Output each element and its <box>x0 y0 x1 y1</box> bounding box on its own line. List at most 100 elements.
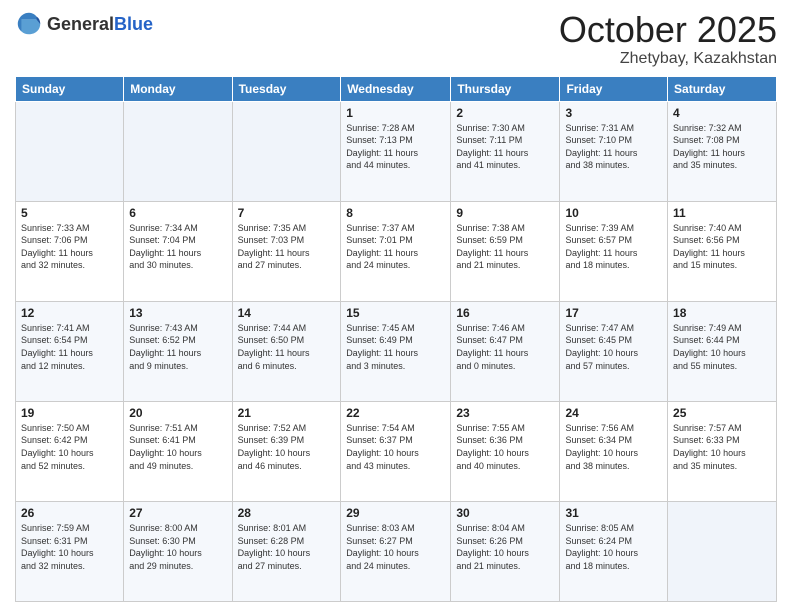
day-info: Sunrise: 7:34 AM Sunset: 7:04 PM Dayligh… <box>129 222 226 272</box>
day-cell-5-1: 26Sunrise: 7:59 AM Sunset: 6:31 PM Dayli… <box>16 501 124 601</box>
day-cell-2-2: 6 Sunrise: 7:34 AM Sunset: 7:04 PM Daylig… <box>124 201 232 301</box>
day-number: 21 <box>238 406 336 420</box>
day-cell-1-6: 3 Sunrise: 7:31 AM Sunset: 7:10 PM Daylig… <box>560 101 668 201</box>
day-info: Sunrise: 7:57 AM Sunset: 6:33 PM Dayligh… <box>673 422 771 472</box>
location-title: Zhetybay, Kazakhstan <box>559 50 777 68</box>
day-cell-1-2 <box>124 101 232 201</box>
day-info: Sunrise: 7:49 AM Sunset: 6:44 PM Dayligh… <box>673 322 771 372</box>
day-number: 31 <box>565 506 662 520</box>
day-number: 16 <box>456 306 554 320</box>
title-block: October 2025 Zhetybay, Kazakhstan <box>559 10 777 68</box>
day-info: Sunrise: 7:31 AM Sunset: 7:10 PM Dayligh… <box>565 122 662 172</box>
col-monday: Monday <box>124 76 232 101</box>
day-cell-5-7 <box>668 501 777 601</box>
day-info: Sunrise: 7:32 AM Sunset: 7:08 PM Dayligh… <box>673 122 771 172</box>
day-cell-5-6: 31 Sunrise: 8:05 AM Sunset: 6:24 PM Dayli… <box>560 501 668 601</box>
day-cell-5-5: 30 Sunrise: 8:04 AM Sunset: 6:26 PM Dayli… <box>451 501 560 601</box>
day-number: 14 <box>238 306 336 320</box>
week-row-5: 26Sunrise: 7:59 AM Sunset: 6:31 PM Dayli… <box>16 501 777 601</box>
day-number: 26 <box>21 506 118 520</box>
logo-text: GeneralBlue <box>47 14 153 35</box>
day-number: 11 <box>673 206 771 220</box>
day-info: Sunrise: 7:38 AM Sunset: 6:59 PM Dayligh… <box>456 222 554 272</box>
col-thursday: Thursday <box>451 76 560 101</box>
day-cell-5-4: 29 Sunrise: 8:03 AM Sunset: 6:27 PM Dayli… <box>341 501 451 601</box>
day-cell-2-4: 8 Sunrise: 7:37 AM Sunset: 7:01 PM Daylig… <box>341 201 451 301</box>
week-row-2: 5Sunrise: 7:33 AM Sunset: 7:06 PM Daylig… <box>16 201 777 301</box>
day-number: 15 <box>346 306 445 320</box>
day-info: Sunrise: 7:30 AM Sunset: 7:11 PM Dayligh… <box>456 122 554 172</box>
day-cell-2-5: 9 Sunrise: 7:38 AM Sunset: 6:59 PM Daylig… <box>451 201 560 301</box>
logo: GeneralBlue <box>15 10 153 38</box>
day-info: Sunrise: 7:56 AM Sunset: 6:34 PM Dayligh… <box>565 422 662 472</box>
day-cell-4-5: 23 Sunrise: 7:55 AM Sunset: 6:36 PM Dayli… <box>451 401 560 501</box>
day-cell-1-4: 1 Sunrise: 7:28 AM Sunset: 7:13 PM Daylig… <box>341 101 451 201</box>
header: GeneralBlue October 2025 Zhetybay, Kazak… <box>15 10 777 68</box>
day-number: 3 <box>565 106 662 120</box>
month-title: October 2025 <box>559 10 777 50</box>
day-number: 29 <box>346 506 445 520</box>
day-info: Sunrise: 7:41 AM Sunset: 6:54 PM Dayligh… <box>21 322 118 372</box>
day-cell-1-1 <box>16 101 124 201</box>
day-cell-4-4: 22Sunrise: 7:54 AM Sunset: 6:37 PM Dayli… <box>341 401 451 501</box>
day-cell-3-2: 13 Sunrise: 7:43 AM Sunset: 6:52 PM Dayli… <box>124 301 232 401</box>
day-cell-2-1: 5Sunrise: 7:33 AM Sunset: 7:06 PM Daylig… <box>16 201 124 301</box>
week-row-1: 1 Sunrise: 7:28 AM Sunset: 7:13 PM Daylig… <box>16 101 777 201</box>
day-info: Sunrise: 8:04 AM Sunset: 6:26 PM Dayligh… <box>456 522 554 572</box>
day-cell-4-7: 25 Sunrise: 7:57 AM Sunset: 6:33 PM Dayli… <box>668 401 777 501</box>
day-info: Sunrise: 7:47 AM Sunset: 6:45 PM Dayligh… <box>565 322 662 372</box>
day-number: 4 <box>673 106 771 120</box>
day-number: 13 <box>129 306 226 320</box>
day-number: 2 <box>456 106 554 120</box>
day-cell-4-3: 21 Sunrise: 7:52 AM Sunset: 6:39 PM Dayli… <box>232 401 341 501</box>
day-cell-1-5: 2 Sunrise: 7:30 AM Sunset: 7:11 PM Daylig… <box>451 101 560 201</box>
day-info: Sunrise: 8:01 AM Sunset: 6:28 PM Dayligh… <box>238 522 336 572</box>
day-info: Sunrise: 7:46 AM Sunset: 6:47 PM Dayligh… <box>456 322 554 372</box>
col-sunday: Sunday <box>16 76 124 101</box>
day-number: 22 <box>346 406 445 420</box>
day-number: 5 <box>21 206 118 220</box>
day-number: 30 <box>456 506 554 520</box>
day-cell-2-6: 10 Sunrise: 7:39 AM Sunset: 6:57 PM Dayli… <box>560 201 668 301</box>
day-number: 9 <box>456 206 554 220</box>
day-number: 10 <box>565 206 662 220</box>
day-number: 23 <box>456 406 554 420</box>
day-number: 24 <box>565 406 662 420</box>
col-friday: Friday <box>560 76 668 101</box>
day-info: Sunrise: 7:55 AM Sunset: 6:36 PM Dayligh… <box>456 422 554 472</box>
day-cell-3-1: 12 Sunrise: 7:41 AM Sunset: 6:54 PM Dayli… <box>16 301 124 401</box>
day-info: Sunrise: 8:05 AM Sunset: 6:24 PM Dayligh… <box>565 522 662 572</box>
day-cell-3-6: 17 Sunrise: 7:47 AM Sunset: 6:45 PM Dayli… <box>560 301 668 401</box>
day-number: 8 <box>346 206 445 220</box>
day-number: 20 <box>129 406 226 420</box>
col-saturday: Saturday <box>668 76 777 101</box>
day-cell-3-4: 15 Sunrise: 7:45 AM Sunset: 6:49 PM Dayli… <box>341 301 451 401</box>
day-info: Sunrise: 8:03 AM Sunset: 6:27 PM Dayligh… <box>346 522 445 572</box>
day-info: Sunrise: 8:00 AM Sunset: 6:30 PM Dayligh… <box>129 522 226 572</box>
day-cell-1-7: 4 Sunrise: 7:32 AM Sunset: 7:08 PM Daylig… <box>668 101 777 201</box>
day-cell-4-2: 20Sunrise: 7:51 AM Sunset: 6:41 PM Dayli… <box>124 401 232 501</box>
day-info: Sunrise: 7:45 AM Sunset: 6:49 PM Dayligh… <box>346 322 445 372</box>
day-info: Sunrise: 7:52 AM Sunset: 6:39 PM Dayligh… <box>238 422 336 472</box>
calendar-body: 1 Sunrise: 7:28 AM Sunset: 7:13 PM Daylig… <box>16 101 777 601</box>
day-info: Sunrise: 7:39 AM Sunset: 6:57 PM Dayligh… <box>565 222 662 272</box>
day-cell-5-3: 28Sunrise: 8:01 AM Sunset: 6:28 PM Dayli… <box>232 501 341 601</box>
day-number: 6 <box>129 206 226 220</box>
day-number: 17 <box>565 306 662 320</box>
calendar-header-row: Sunday Monday Tuesday Wednesday Thursday… <box>16 76 777 101</box>
day-info: Sunrise: 7:37 AM Sunset: 7:01 PM Dayligh… <box>346 222 445 272</box>
day-number: 12 <box>21 306 118 320</box>
day-cell-2-3: 7Sunrise: 7:35 AM Sunset: 7:03 PM Daylig… <box>232 201 341 301</box>
day-info: Sunrise: 7:43 AM Sunset: 6:52 PM Dayligh… <box>129 322 226 372</box>
week-row-4: 19Sunrise: 7:50 AM Sunset: 6:42 PM Dayli… <box>16 401 777 501</box>
day-info: Sunrise: 7:50 AM Sunset: 6:42 PM Dayligh… <box>21 422 118 472</box>
day-cell-2-7: 11 Sunrise: 7:40 AM Sunset: 6:56 PM Dayli… <box>668 201 777 301</box>
day-info: Sunrise: 7:28 AM Sunset: 7:13 PM Dayligh… <box>346 122 445 172</box>
day-info: Sunrise: 7:35 AM Sunset: 7:03 PM Dayligh… <box>238 222 336 272</box>
day-number: 25 <box>673 406 771 420</box>
day-cell-3-7: 18Sunrise: 7:49 AM Sunset: 6:44 PM Dayli… <box>668 301 777 401</box>
day-number: 1 <box>346 106 445 120</box>
day-info: Sunrise: 7:40 AM Sunset: 6:56 PM Dayligh… <box>673 222 771 272</box>
day-cell-3-5: 16 Sunrise: 7:46 AM Sunset: 6:47 PM Dayli… <box>451 301 560 401</box>
day-number: 27 <box>129 506 226 520</box>
